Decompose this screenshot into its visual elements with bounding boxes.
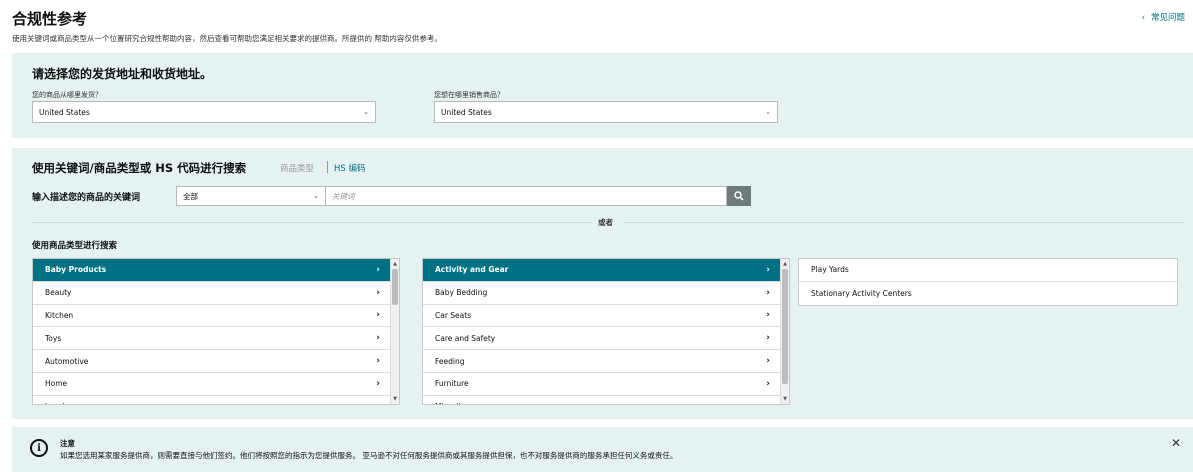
ship-to-select[interactable]: United States ⌄ [434,101,778,123]
list-item[interactable]: Baby Bedding › [423,281,782,305]
tab-divider [327,161,328,173]
list-item-label: Baby Products [45,265,107,275]
chevron-right-icon: › [376,310,380,321]
list-item[interactable]: Feeding › [423,350,782,373]
ship-from-value: United States [39,107,90,117]
scrollbar[interactable]: ▲ ▼ [390,259,399,404]
chevron-right-icon: › [376,378,380,389]
scroll-down-icon[interactable]: ▼ [391,396,399,402]
chevron-down-icon: ⌄ [765,108,771,116]
category-scope-select[interactable]: 全部 ⌄ [176,186,326,206]
list-item[interactable]: Baby Products › [33,259,392,282]
scrollbar-thumb[interactable] [782,269,788,384]
chevron-right-icon: › [376,402,380,404]
list-item-label: Toys [45,333,62,343]
list-item[interactable]: Play Yards [799,259,1177,282]
list-item-label: Play Yards [811,265,849,275]
list-item[interactable]: Care and Safety › [423,327,782,351]
notice-banner: i 注意 如果您选用某家服务提供商，则需要直接与他们签约。他们将按照您的指示为您… [12,427,1193,472]
chevron-right-icon: › [376,333,380,344]
chevron-down-icon: ⌄ [363,108,369,116]
list-item-label: Stationary Activity Centers [811,288,912,298]
list-item-label: Home [45,379,68,389]
chevron-right-icon: › [766,378,770,389]
chevron-right-icon: › [766,310,770,321]
search-icon [734,191,744,201]
category-list-level-3: Play Yards Stationary Activity Centers [798,258,1178,306]
notice-text: 如果您选用某家服务提供商，则需要直接与他们签约。他们将按照您的指示为您提供服务。… [60,451,678,460]
ship-to-label: 您想在哪里销售商品？ [434,91,504,99]
list-item[interactable]: Home › [33,372,392,396]
tab-product-type[interactable]: 商品类型 [280,162,314,174]
list-item[interactable]: Toys › [33,327,392,351]
list-item[interactable]: Activity and Gear › [423,259,782,282]
search-panel-title: 使用关键词/商品类型或 HS 代码进行搜索 [32,161,247,175]
ship-from-label: 您的商品从哪里发货？ [32,91,102,99]
notice-title: 注意 [60,439,75,448]
list-item-label: Care and Safety [435,333,496,343]
address-panel-title: 请选择您的发货地址和收货地址。 [32,67,213,81]
list-item-label: Kitchen [45,310,74,320]
divider-right [624,222,1184,223]
scrollbar[interactable]: ▲ ▼ [780,259,789,404]
ship-from-select[interactable]: United States ⌄ [32,101,376,123]
scroll-up-icon[interactable]: ▲ [391,261,399,267]
keyword-placeholder: 关键词 [332,191,355,201]
scrollbar-thumb[interactable] [392,269,398,305]
chevron-right-icon: › [766,402,770,404]
chevron-right-icon: › [766,287,770,298]
list-item-label: Jewelry [45,402,72,404]
list-item-label: Beauty [45,288,72,298]
search-button[interactable] [727,186,751,206]
keyword-input[interactable]: 关键词 [326,186,727,206]
or-separator: 或者 [598,218,613,227]
chevron-right-icon: › [376,287,380,298]
chevron-right-icon: › [376,264,380,275]
list-item[interactable]: Beauty › [33,281,392,305]
list-item-label: Car Seats [435,310,472,320]
keyword-label: 输入描述您的商品的关键词 [32,193,141,203]
chevron-right-icon: › [766,333,770,344]
list-item-label: Furniture [435,379,469,389]
list-item-label: Automotive [45,356,89,366]
close-icon[interactable]: ✕ [1171,436,1181,450]
tab-hs-code[interactable]: HS 编码 [334,162,366,174]
category-scope-value: 全部 [183,191,198,201]
page-subtitle: 使用关键词或商品类型从一个位置研究合规性帮助内容，然后查看可帮助您满足相关要求的… [12,34,442,43]
faq-link[interactable]: ‹ 常见问题 [1142,11,1185,23]
list-item[interactable]: Jewelry › [33,395,392,404]
list-item[interactable]: Kitchen › [33,304,392,328]
category-list-level-2-items: Activity and Gear › Baby Bedding › Car Seats… [423,259,782,404]
scroll-down-icon[interactable]: ▼ [781,396,789,402]
list-item[interactable]: Furniture › [423,372,782,396]
scroll-up-icon[interactable]: ▲ [781,261,789,267]
divider-left [32,222,592,223]
list-item-label: Miscellaneous [435,402,488,404]
ship-to-value: United States [441,107,492,117]
list-item-label: Baby Bedding [435,288,488,298]
category-search-label: 使用商品类型进行搜索 [32,241,118,251]
chevron-right-icon: › [766,356,770,367]
page-title: 合规性参考 [12,10,88,28]
list-item[interactable]: Miscellaneous › [423,395,782,404]
list-item[interactable]: Automotive › [33,350,392,373]
search-panel: 使用关键词/商品类型或 HS 代码进行搜索 商品类型 HS 编码 输入描述您的商… [12,148,1193,419]
category-list-level-1: Baby Products › Beauty › Kitchen › Toys › Automo… [32,258,400,405]
chevron-right-icon: › [766,264,770,275]
list-item[interactable]: Stationary Activity Centers [799,281,1177,305]
list-item-label: Feeding [435,356,465,366]
category-list-level-2: Activity and Gear › Baby Bedding › Car Seats… [422,258,790,405]
list-item-label: Activity and Gear [435,265,509,275]
chevron-right-icon: › [376,356,380,367]
category-list-level-1-items: Baby Products › Beauty › Kitchen › Toys › Automo… [33,259,392,404]
chevron-down-icon: ⌄ [313,192,319,200]
chevron-left-icon: ‹ [1141,13,1145,23]
info-icon: i [30,439,48,457]
list-item[interactable]: Car Seats › [423,304,782,328]
address-panel: 请选择您的发货地址和收货地址。 您的商品从哪里发货？ United States… [12,53,1193,138]
faq-link-label: 常见问题 [1150,13,1185,23]
